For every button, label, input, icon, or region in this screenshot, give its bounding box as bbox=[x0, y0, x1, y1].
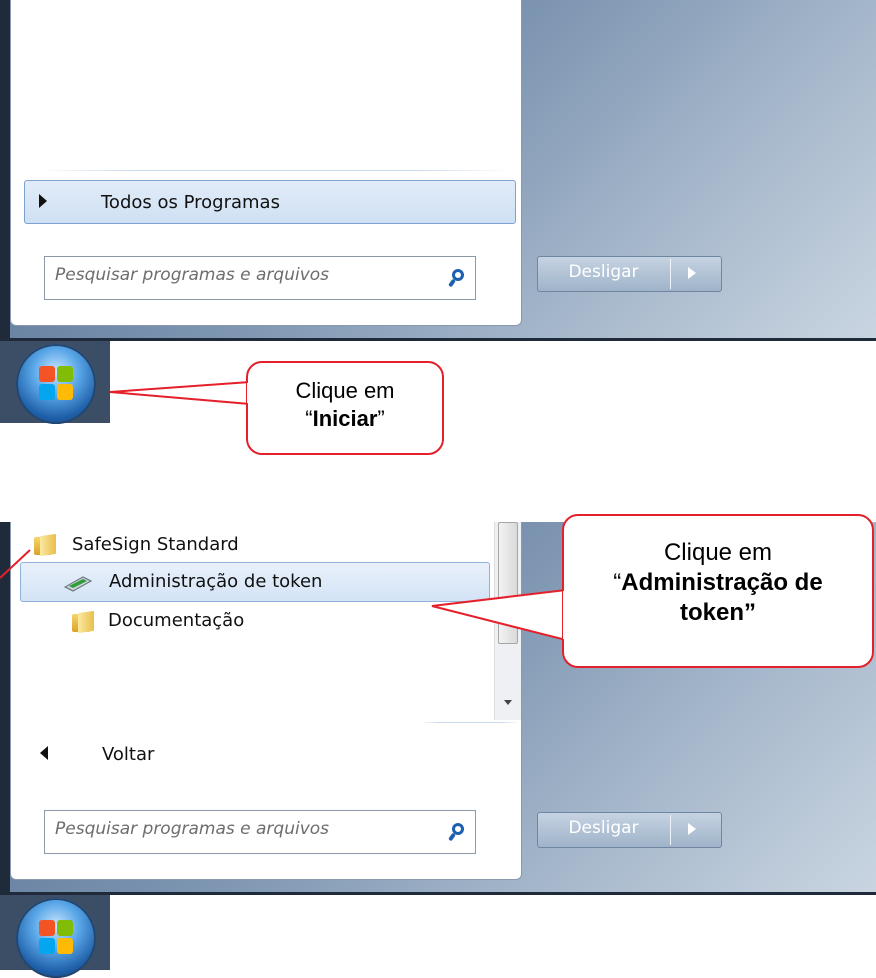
callout-seam-2 bbox=[563, 591, 566, 639]
callout-line1: Clique em bbox=[663, 539, 773, 566]
token-callout-pointer bbox=[0, 549, 567, 642]
callout-bold-line2: token” bbox=[679, 599, 756, 626]
token-callout: Clique em “Administração de token” bbox=[562, 514, 874, 668]
callout-bold-line1: Administração de bbox=[621, 569, 823, 596]
